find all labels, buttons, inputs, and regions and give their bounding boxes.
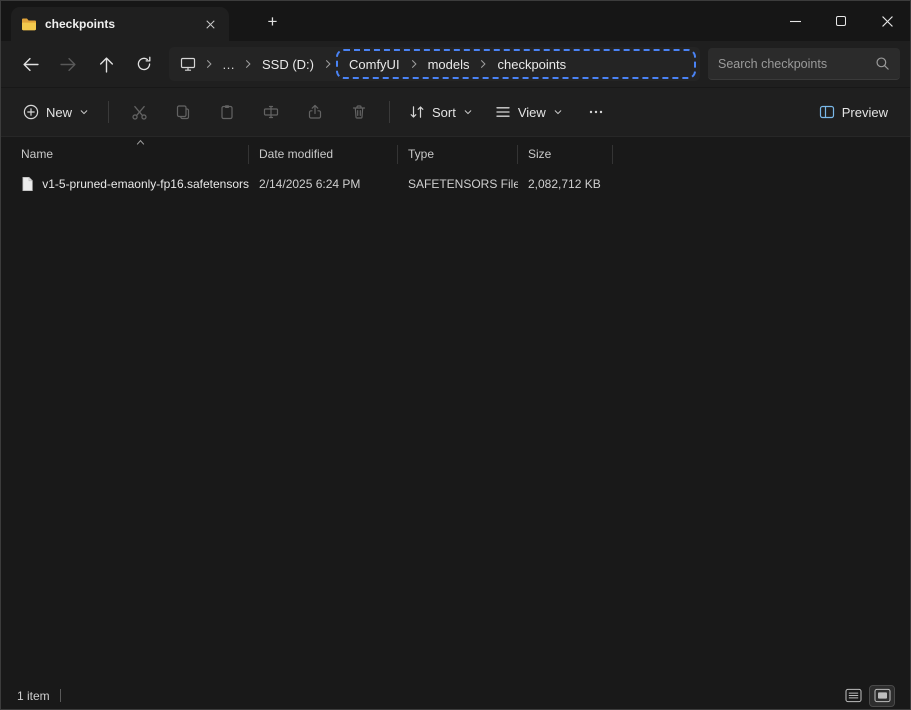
scissors-icon: [131, 104, 148, 121]
forward-button[interactable]: [49, 47, 87, 81]
view-button-label: View: [518, 105, 546, 120]
titlebar: checkpoints +: [1, 1, 910, 41]
item-count: 1 item: [17, 689, 50, 703]
new-tab-button[interactable]: +: [259, 8, 286, 35]
chevron-right-icon[interactable]: [477, 58, 489, 70]
chevron-down-icon: [79, 107, 89, 117]
sort-icon: [409, 104, 425, 120]
new-button[interactable]: New: [13, 94, 99, 130]
file-icon: [21, 176, 34, 192]
trash-icon: [351, 104, 367, 120]
plus-icon: +: [268, 12, 278, 32]
file-name: v1-5-pruned-emaonly-fp16.safetensors: [42, 177, 249, 191]
back-arrow-icon: [22, 56, 39, 73]
search-input[interactable]: [718, 57, 869, 71]
status-bar-divider: [60, 689, 61, 702]
sort-ascending-caret-icon: [135, 138, 146, 146]
up-button[interactable]: [87, 47, 125, 81]
copy-button[interactable]: [162, 94, 204, 130]
column-headers: Name Date modified Type Size: [1, 142, 910, 166]
breadcrumb-ellipsis[interactable]: …: [215, 52, 242, 77]
view-button[interactable]: View: [485, 94, 573, 130]
chevron-down-icon: [463, 107, 473, 117]
view-list-icon: [495, 104, 511, 120]
close-icon: [882, 16, 893, 27]
folder-icon: [21, 18, 37, 31]
circle-plus-icon: [23, 104, 39, 120]
share-icon: [307, 104, 323, 120]
more-options-button[interactable]: [575, 94, 617, 130]
large-icons-view-toggle[interactable]: [870, 686, 894, 706]
explorer-tab[interactable]: checkpoints: [11, 7, 229, 41]
forward-arrow-icon: [60, 56, 77, 73]
column-header-name[interactable]: Name: [1, 145, 249, 164]
minimize-icon: [790, 16, 801, 27]
cut-button[interactable]: [118, 94, 160, 130]
file-date-modified: 2/14/2025 6:24 PM: [249, 177, 398, 191]
preview-button[interactable]: Preview: [809, 94, 898, 130]
file-explorer-window: checkpoints +: [0, 0, 911, 710]
file-list-area: Name Date modified Type Size v1-5-pruned…: [1, 136, 910, 682]
close-icon: [206, 20, 215, 29]
file-size: 2,082,712 KB: [518, 177, 613, 191]
search-box[interactable]: [708, 48, 900, 80]
toolbar-divider: [108, 101, 109, 123]
file-row[interactable]: v1-5-pruned-emaonly-fp16.safetensors 2/1…: [1, 169, 910, 199]
more-dots-icon: [588, 104, 604, 120]
this-pc-button[interactable]: [173, 50, 203, 78]
tab-close-button[interactable]: [201, 15, 219, 33]
breadcrumb-drive[interactable]: SSD (D:): [254, 52, 322, 77]
chevron-down-icon: [553, 107, 563, 117]
breadcrumb-selection: ComfyUI models checkpoints: [336, 49, 696, 79]
rename-button[interactable]: [250, 94, 292, 130]
details-view-toggle[interactable]: [841, 686, 865, 706]
breadcrumb-checkpoints[interactable]: checkpoints: [489, 52, 574, 77]
maximize-button[interactable]: [818, 1, 864, 41]
column-header-date-modified[interactable]: Date modified: [249, 145, 398, 164]
paste-button[interactable]: [206, 94, 248, 130]
copy-icon: [175, 104, 191, 120]
breadcrumb-comfyui[interactable]: ComfyUI: [341, 52, 408, 77]
file-name-cell: v1-5-pruned-emaonly-fp16.safetensors: [1, 176, 249, 192]
chevron-right-icon[interactable]: [408, 58, 420, 70]
back-button[interactable]: [11, 47, 49, 81]
details-view-icon: [845, 688, 862, 703]
column-header-type[interactable]: Type: [398, 145, 518, 164]
sort-button-label: Sort: [432, 105, 456, 120]
file-type: SAFETENSORS File: [398, 177, 518, 191]
status-bar: 1 item: [1, 682, 910, 709]
refresh-button[interactable]: [125, 47, 163, 81]
refresh-icon: [136, 56, 152, 72]
close-window-button[interactable]: [864, 1, 910, 41]
chevron-right-icon[interactable]: [242, 58, 254, 70]
breadcrumb-models[interactable]: models: [420, 52, 478, 77]
rename-icon: [263, 104, 279, 120]
column-header-size[interactable]: Size: [518, 145, 613, 164]
up-arrow-icon: [98, 56, 115, 73]
view-toggle-group: [841, 686, 894, 706]
new-button-label: New: [46, 105, 72, 120]
maximize-icon: [836, 16, 846, 26]
sort-button[interactable]: Sort: [399, 94, 483, 130]
search-icon: [875, 56, 890, 71]
clipboard-icon: [219, 104, 235, 120]
chevron-right-icon[interactable]: [322, 58, 334, 70]
tab-title: checkpoints: [45, 17, 193, 31]
window-controls: [772, 1, 910, 41]
command-toolbar: New: [1, 87, 910, 136]
address-bar[interactable]: … SSD (D:) ComfyUI models checkpoints: [169, 47, 700, 81]
address-row: … SSD (D:) ComfyUI models checkpoints: [1, 41, 910, 87]
minimize-button[interactable]: [772, 1, 818, 41]
preview-button-label: Preview: [842, 105, 888, 120]
delete-button[interactable]: [338, 94, 380, 130]
chevron-right-icon[interactable]: [203, 58, 215, 70]
share-button[interactable]: [294, 94, 336, 130]
preview-pane-icon: [819, 104, 835, 120]
monitor-icon: [180, 56, 196, 72]
large-icons-view-icon: [874, 688, 891, 703]
toolbar-divider: [389, 101, 390, 123]
